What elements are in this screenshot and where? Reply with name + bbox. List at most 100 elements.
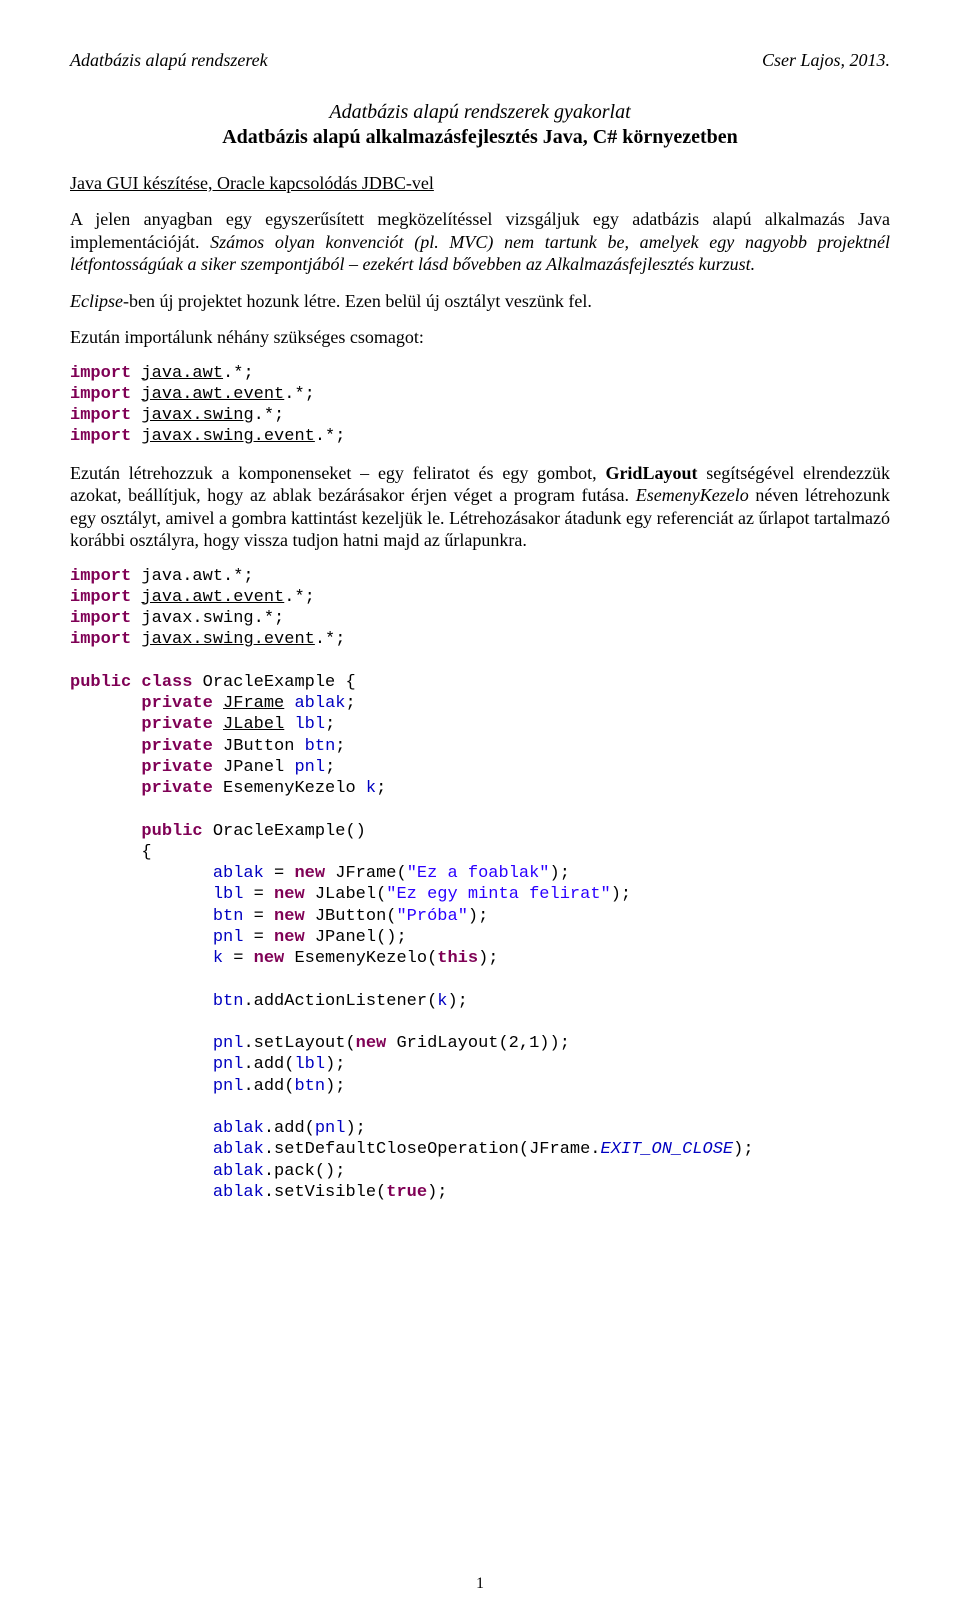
field-k: k xyxy=(366,779,376,798)
kw-import: import xyxy=(70,385,131,404)
gridlayout-call: GridLayout(2,1)); xyxy=(386,1034,570,1053)
ctor: OracleExample() xyxy=(203,822,366,841)
string-felirat: "Ez egy minta felirat" xyxy=(386,885,610,904)
jlabel-call: JLabel( xyxy=(305,885,387,904)
para2-eclipse: Eclipse xyxy=(70,291,123,311)
kw-true: true xyxy=(386,1183,427,1202)
ref-pnl: pnl xyxy=(213,1034,244,1053)
kw-new: new xyxy=(294,864,325,883)
string-proba: "Próba" xyxy=(396,907,467,926)
type-jframe: JFrame xyxy=(223,694,284,713)
classname: OracleExample { xyxy=(192,673,355,692)
paragraph-3: Ezután importálunk néhány szükséges csom… xyxy=(70,326,890,349)
ref-k: k xyxy=(213,949,223,968)
code-text: .*; xyxy=(223,364,254,383)
kw-new: new xyxy=(356,1034,387,1053)
kw-import: import xyxy=(70,364,131,383)
para4-gridlayout: GridLayout xyxy=(605,463,697,483)
add-call: .add( xyxy=(243,1077,294,1096)
add-call: .add( xyxy=(264,1119,315,1138)
set-visible: .setVisible( xyxy=(264,1183,386,1202)
field-lbl: lbl xyxy=(294,715,325,734)
paragraph-1: A jelen anyagban egy egyszerűsített megk… xyxy=(70,208,890,276)
kw-private: private xyxy=(141,694,212,713)
page-header: Adatbázis alapú rendszerek Cser Lajos, 2… xyxy=(70,50,890,71)
kw-public: public xyxy=(141,822,202,841)
pkg: java.awt.event xyxy=(141,588,284,607)
page-number: 1 xyxy=(0,1575,960,1593)
pack-call: .pack(); xyxy=(264,1162,346,1181)
close: ); xyxy=(478,949,498,968)
semicolon: ; xyxy=(325,715,335,734)
close: ); xyxy=(611,885,631,904)
add-listener: .addActionListener( xyxy=(243,992,437,1011)
ek-call: EsemenyKezelo( xyxy=(284,949,437,968)
eq: = xyxy=(223,949,254,968)
const-exit-on-close: EXIT_ON_CLOSE xyxy=(601,1140,734,1159)
type-ek: EsemenyKezelo xyxy=(213,779,366,798)
jpanel-call: JPanel(); xyxy=(305,928,407,947)
add-call: .add( xyxy=(243,1055,294,1074)
code-text: java.awt.*; xyxy=(131,567,253,586)
kw-private: private xyxy=(141,758,212,777)
eq: = xyxy=(264,864,295,883)
code-block-1: import java.awt.*; import java.awt.event… xyxy=(70,363,890,448)
header-left: Adatbázis alapú rendszerek xyxy=(70,50,268,71)
set-default-close: .setDefaultCloseOperation(JFrame. xyxy=(264,1140,601,1159)
kw-import: import xyxy=(70,427,131,446)
header-right: Cser Lajos, 2013. xyxy=(762,50,890,71)
close: ); xyxy=(427,1183,447,1202)
ref-ablak: ablak xyxy=(213,1183,264,1202)
code-text: .*; xyxy=(315,427,346,446)
kw-private: private xyxy=(141,715,212,734)
section-heading: Java GUI készítése, Oracle kapcsolódás J… xyxy=(70,173,890,194)
semicolon: ; xyxy=(376,779,386,798)
close: ); xyxy=(733,1140,753,1159)
kw-this: this xyxy=(437,949,478,968)
pkg: javax.swing.event xyxy=(141,630,314,649)
paragraph-4: Ezután létrehozzuk a komponenseket – egy… xyxy=(70,462,890,552)
semicolon: ; xyxy=(335,737,345,756)
type-jlabel: JLabel xyxy=(223,715,284,734)
kw-import: import xyxy=(70,630,131,649)
ref-pnl: pnl xyxy=(315,1119,346,1138)
pkg-java-awt: java.awt xyxy=(141,364,223,383)
semicolon: ; xyxy=(325,758,335,777)
kw-import: import xyxy=(70,406,131,425)
code-text: javax.swing.*; xyxy=(131,609,284,628)
pkg-javax-swing-event: javax.swing.event xyxy=(141,427,314,446)
field-btn: btn xyxy=(305,737,336,756)
string-foablak: "Ez a foablak" xyxy=(407,864,550,883)
kw-import: import xyxy=(70,609,131,628)
kw-new: new xyxy=(254,949,285,968)
ref-ablak: ablak xyxy=(213,864,264,883)
code-text: .*; xyxy=(284,588,315,607)
field-pnl: pnl xyxy=(294,758,325,777)
kw-new: new xyxy=(274,928,305,947)
ref-lbl: lbl xyxy=(213,885,244,904)
kw-private: private xyxy=(141,737,212,756)
code-text: .*; xyxy=(254,406,285,425)
eq: = xyxy=(243,885,274,904)
kw-new: new xyxy=(274,907,305,926)
kw-import: import xyxy=(70,588,131,607)
ref-pnl: pnl xyxy=(213,1055,244,1074)
kw-private: private xyxy=(141,779,212,798)
close: ); xyxy=(447,992,467,1011)
ref-lbl: lbl xyxy=(294,1055,325,1074)
close: ); xyxy=(325,1077,345,1096)
ref-ablak: ablak xyxy=(213,1119,264,1138)
set-layout: .setLayout( xyxy=(243,1034,355,1053)
close: ); xyxy=(550,864,570,883)
close: ); xyxy=(345,1119,365,1138)
para4-a: Ezután létrehozzuk a komponenseket – egy… xyxy=(70,463,605,483)
ref-btn: btn xyxy=(213,907,244,926)
kw-import: import xyxy=(70,567,131,586)
eq: = xyxy=(243,907,274,926)
type-jbutton: JButton xyxy=(213,737,305,756)
document-title: Adatbázis alapú alkalmazásfejlesztés Jav… xyxy=(70,126,890,149)
ref-k: k xyxy=(437,992,447,1011)
ref-ablak: ablak xyxy=(213,1162,264,1181)
close: ); xyxy=(468,907,488,926)
jbutton-call: JButton( xyxy=(305,907,397,926)
